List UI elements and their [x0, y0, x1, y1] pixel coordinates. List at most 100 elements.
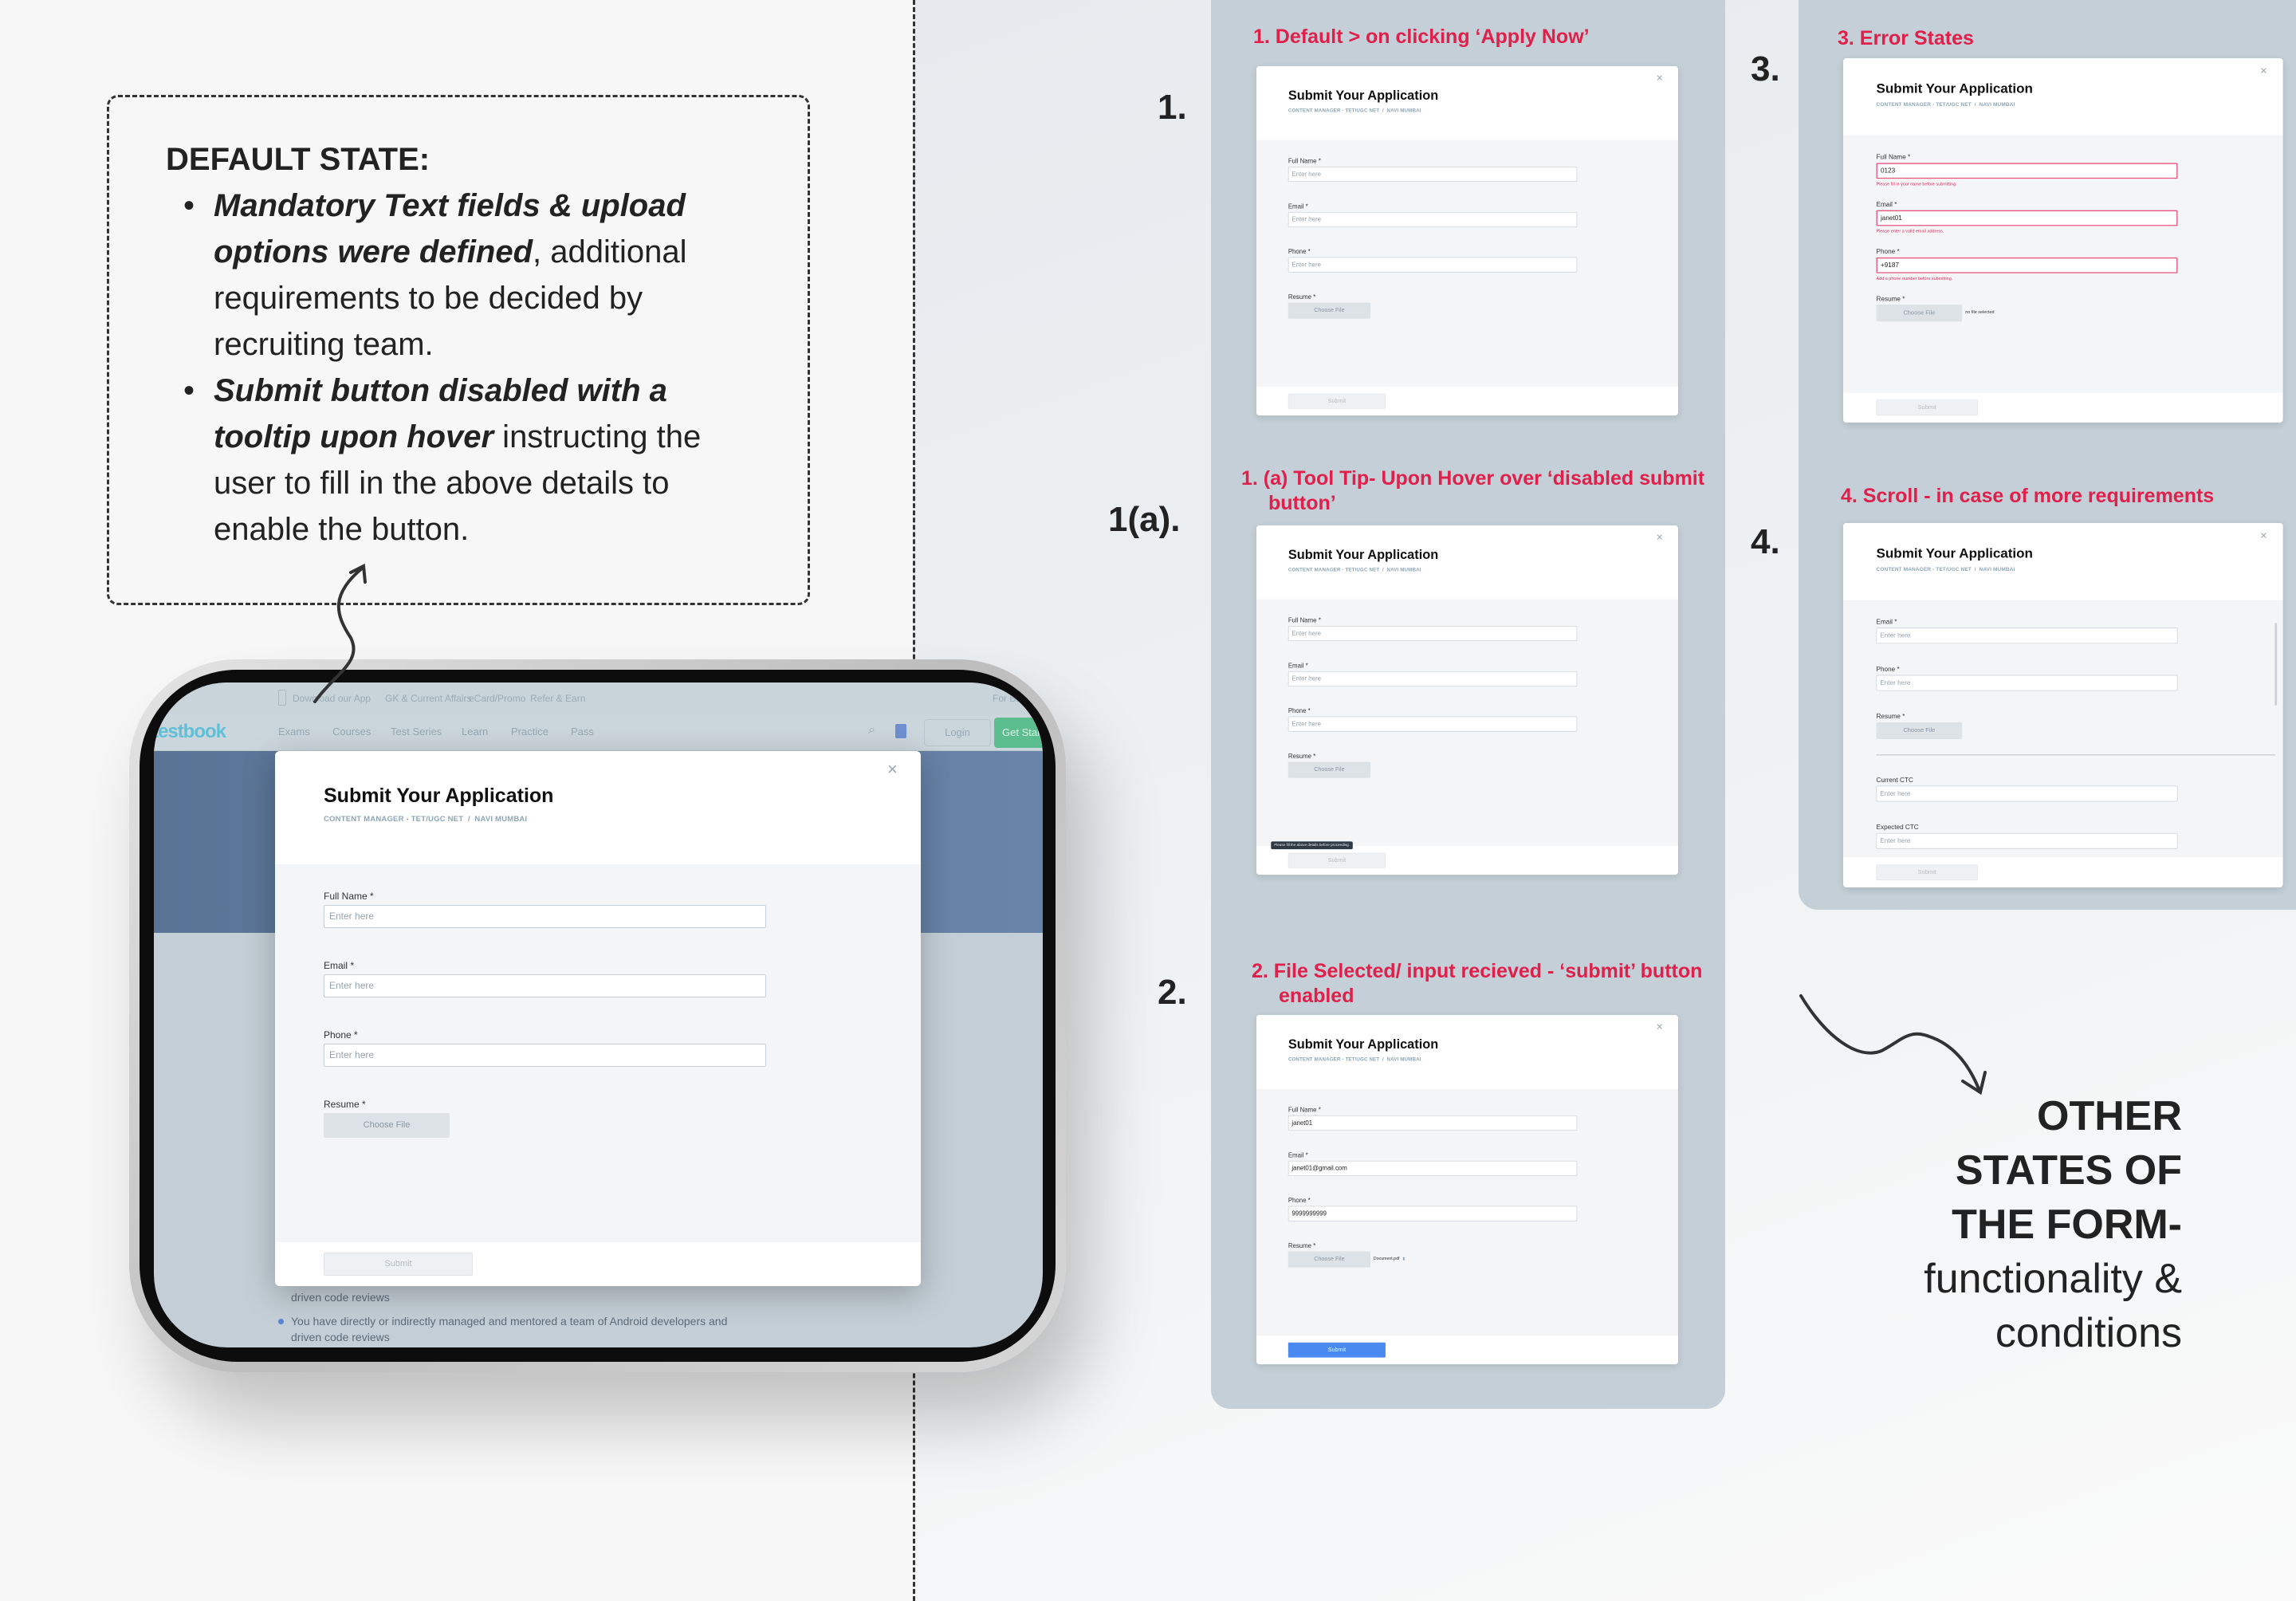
text-input[interactable]: Enter here — [1876, 832, 2178, 849]
field-label: Resume * — [1288, 752, 1316, 760]
form-field: Email * Enter here — [1288, 203, 1653, 248]
state-number: 1(a). — [1108, 500, 1181, 539]
state-heading: 1. Default > on clicking ‘Apply Now’ — [1253, 26, 1590, 48]
input-placeholder: Enter here — [1880, 836, 1911, 845]
close-icon[interactable]: × — [1657, 531, 1663, 545]
text-input[interactable]: Enter here — [1288, 626, 1578, 641]
input-placeholder: Enter here — [1292, 215, 1322, 223]
field-label: Resume * — [1288, 1241, 1316, 1249]
text-input[interactable]: Enter here — [1288, 671, 1578, 686]
submit-button[interactable]: Submit — [1876, 399, 1978, 416]
form-field: Phone * 9999999999 — [1288, 1197, 1653, 1242]
form-field: Full Name * 0123 Please fill in your name … — [1876, 153, 2257, 200]
field-label: Phone * — [1876, 247, 1900, 256]
modal-body: Full Name *Enter hereEmail *Enter herePh… — [1256, 600, 1678, 847]
modal-body: Full Name *Enter hereEmail *Enter herePh… — [1843, 600, 2283, 858]
form-field: Full Name * janet01 — [1288, 1106, 1653, 1151]
summary-line: functionality & — [1924, 1256, 2182, 1302]
submit-button[interactable]: Submit — [1288, 393, 1386, 409]
summary-line: THE FORM- — [1952, 1202, 2182, 1248]
modal-title: Submit Your Application — [1288, 1037, 1439, 1052]
choose-file-button[interactable]: Choose File — [1288, 1251, 1371, 1268]
modal-footer: Submit — [1843, 857, 2283, 887]
text-input[interactable]: +9187 — [1876, 257, 2178, 273]
text-input[interactable]: Enter here — [1288, 211, 1578, 227]
close-icon[interactable]: × — [2260, 64, 2267, 78]
choose-file-button[interactable]: Choose File — [1288, 761, 1371, 778]
error-message: Please fill in your name before submitti… — [1876, 181, 1957, 187]
text-input[interactable]: janet01 — [1876, 210, 2178, 226]
form-field: Email * Enter here — [1876, 618, 2257, 665]
resume-row: Choose File no file selected — [1876, 305, 2257, 322]
state-number: 2. — [1158, 973, 1187, 1012]
input-value: janet01 — [1292, 1119, 1313, 1127]
modal-title: Submit Your Application — [1288, 547, 1439, 562]
modal-footer: Submit Please fill the above details befo… — [1256, 841, 1678, 875]
resume-row: Choose File — [1288, 302, 1653, 319]
text-input[interactable]: Enter here — [1876, 785, 2178, 802]
submit-button[interactable]: Submit — [1288, 1342, 1386, 1358]
input-placeholder: Enter here — [1292, 261, 1322, 269]
field-label: Expected CTC — [1876, 823, 1919, 832]
field-label: Resume * — [1876, 294, 1905, 303]
state-number: 4. — [1751, 522, 1780, 561]
error-message: Please enter a valid email address. — [1876, 228, 1944, 234]
form-field: Phone * Enter here — [1288, 707, 1653, 753]
choose-file-button[interactable]: Choose File — [1876, 722, 1963, 740]
modal-subtitle: CONTENT MANAGER - TET/UGC NET / NAVI MUM… — [1288, 1056, 1421, 1063]
submit-button[interactable]: Submit — [1876, 864, 1978, 881]
text-input[interactable]: janet01 — [1288, 1115, 1578, 1131]
field-label: Phone * — [1288, 1196, 1311, 1205]
arrow-up-icon — [313, 563, 367, 703]
text-input[interactable]: janet01@gmail.com — [1288, 1160, 1578, 1176]
form-fields: Full Name *Enter hereEmail *Enter herePh… — [1876, 600, 2276, 858]
text-input[interactable]: Enter here — [1876, 627, 2178, 644]
text-input[interactable]: 0123 — [1876, 163, 2178, 179]
field-label: Full Name * — [1288, 1106, 1321, 1114]
form-field: Phone * +9187 Add a phone number before su… — [1876, 247, 2257, 295]
state-heading: 3. Error States — [1838, 27, 1974, 49]
submit-button[interactable]: Submit — [1288, 852, 1386, 868]
modal-body: Full Name *Enter hereEmail *Enter herePh… — [1256, 140, 1678, 387]
field-label: Full Name * — [1876, 153, 1911, 161]
modal-subtitle: CONTENT MANAGER - TET/UGC NET / NAVI MUM… — [1876, 566, 2015, 572]
field-label: Email * — [1876, 618, 1897, 626]
text-input[interactable]: 9999999999 — [1288, 1206, 1578, 1221]
choose-file-button[interactable]: Choose File — [1876, 305, 1963, 322]
form-field: Current CTC Enter here — [1876, 776, 2257, 823]
choose-file-button[interactable]: Choose File — [1288, 302, 1371, 319]
file-name: no file selected — [1965, 309, 1995, 315]
scrollbar[interactable] — [2274, 623, 2278, 706]
input-value: +9187 — [1880, 261, 1899, 269]
modal-header: Submit Your Application CONTENT MANAGER -… — [1256, 66, 1678, 140]
field-label: Full Name * — [1288, 157, 1321, 165]
modal-footer: Submit — [1256, 387, 1678, 416]
state-heading: 2. File Selected/ input recieved - ‘subm… — [1252, 960, 1703, 1007]
curved-arrow-icon — [1799, 994, 1987, 1096]
input-placeholder: Enter here — [1880, 789, 1911, 797]
modal-title: Submit Your Application — [1288, 88, 1439, 103]
field-label: Email * — [1876, 200, 1897, 208]
field-label: Email * — [1288, 1151, 1308, 1159]
close-icon[interactable]: × — [2260, 529, 2267, 543]
trash-icon[interactable]: ▮ — [1402, 1257, 1405, 1261]
text-input[interactable]: Enter here — [1876, 675, 2178, 691]
modal-header: Submit Your Application CONTENT MANAGER -… — [1256, 525, 1678, 600]
input-placeholder: Enter here — [1292, 675, 1322, 682]
text-input[interactable]: Enter here — [1288, 167, 1578, 182]
form-fields: Full Name * janet01 Email * janet01@gmail.c… — [1288, 1106, 1653, 1268]
field-label: Phone * — [1288, 247, 1311, 256]
field-label: Resume * — [1876, 712, 1905, 721]
state-heading: 4. Scroll - in case of more requirements — [1841, 485, 2215, 507]
close-icon[interactable]: × — [1657, 72, 1663, 85]
text-input[interactable]: Enter here — [1288, 716, 1578, 732]
form-field: Email * janet01 Please enter a valid email… — [1876, 200, 2257, 247]
text-input[interactable]: Enter here — [1288, 257, 1578, 273]
application-modal-scroll: Submit Your Application CONTENT MANAGER -… — [1843, 523, 2283, 887]
application-modal-errors: Submit Your Application CONTENT MANAGER -… — [1843, 58, 2283, 423]
close-icon[interactable]: × — [1657, 1021, 1663, 1034]
modal-title: Submit Your Application — [1876, 81, 2033, 96]
form-field: Phone * Enter here — [1876, 665, 2257, 712]
error-message: Add a phone number before submitting. — [1876, 276, 1953, 281]
field-label: Phone * — [1288, 706, 1311, 715]
